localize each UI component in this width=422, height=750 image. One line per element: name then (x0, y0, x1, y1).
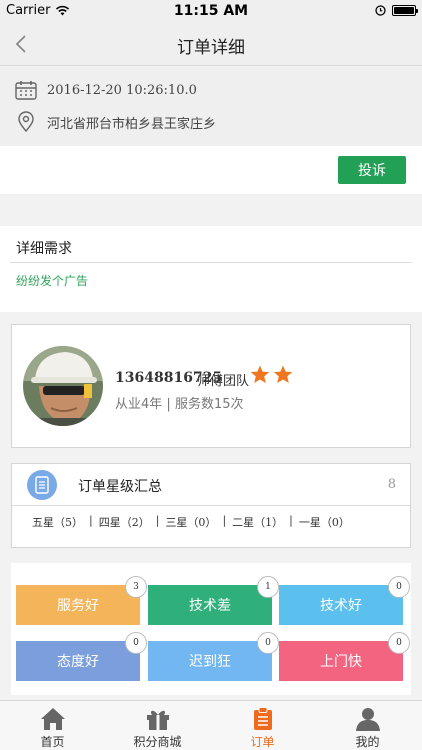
tag-label: 技术差 (189, 598, 231, 614)
tab-home[interactable]: 首页 (0, 701, 105, 750)
tag-label: 服务好 (57, 598, 99, 614)
tag-service-good[interactable]: 服务好 3 (16, 576, 147, 625)
master-team: 师傅团队 (197, 374, 250, 389)
status-time: 11:15 AM (173, 3, 249, 19)
order-datetime: 2016-12-20 10:26:10.0 (47, 82, 197, 98)
tag-label: 技术好 (320, 598, 362, 614)
rating-summary-card: 订单星级汇总 8 五星（5） | 四星（2） | 三星（0） | 二星（1） |… (11, 463, 411, 548)
tab-orders[interactable]: 订单 (210, 701, 315, 750)
tag-often-late[interactable]: 迟到狂 0 (148, 632, 279, 681)
tab-label: 我的 (355, 735, 380, 749)
tag-count-badge: 1 (257, 576, 279, 598)
tab-points-mall[interactable]: 积分商城 (105, 701, 210, 750)
order-info: 2016-12-20 10:26:10.0 河北省邢台市柏乡县王家庄乡 (0, 67, 422, 146)
tab-label: 订单 (250, 735, 275, 749)
tag-label: 上门快 (320, 654, 362, 670)
battery-icon (392, 4, 418, 16)
navigation-bar: 订单详细 (0, 22, 422, 66)
star-icon (273, 365, 293, 383)
status-right (375, 4, 418, 16)
detail-requirement-card: 详细需求 纷纷发个广告 (0, 226, 422, 312)
document-icon (27, 470, 57, 500)
tag-fast-arrival[interactable]: 上门快 0 (279, 632, 410, 681)
complaint-bar: 投诉 (0, 146, 422, 194)
tag-label: 态度好 (57, 654, 99, 670)
rating-five-star: 五星（5） (32, 516, 83, 529)
separator: | (289, 514, 293, 527)
clipboard-icon (254, 707, 272, 730)
tab-mine[interactable]: 我的 (315, 701, 420, 750)
divider (10, 262, 412, 263)
rating-one-star: 一星（0） (298, 516, 350, 529)
tab-label: 首页 (40, 735, 65, 749)
rating-total-count: 8 (387, 477, 396, 492)
rating-breakdown: 五星（5） | 四星（2） | 三星（0） | 二星（1） | 一星（0） (32, 514, 350, 530)
separator: | (166, 397, 171, 412)
order-address-row: 河北省邢台市柏乡县王家庄乡 (15, 111, 216, 133)
tab-label: 积分商城 (133, 735, 182, 749)
calendar-icon (15, 81, 37, 100)
tab-bar: 首页 积分商城 订单 我的 (0, 700, 422, 750)
tag-attitude-good[interactable]: 态度好 0 (16, 632, 147, 681)
star-icon (250, 365, 270, 383)
evaluation-tags-card: 服务好 3 技术差 1 技术好 0 态度好 0 迟到狂 0 上门快 0 (11, 563, 411, 695)
tag-count-badge: 0 (257, 632, 279, 654)
separator: | (155, 514, 160, 527)
service-count: 服务数15次 (174, 397, 244, 412)
separator: | (89, 514, 93, 527)
detail-text: 纷纷发个广告 (16, 274, 89, 288)
rating-title: 订单星级汇总 (78, 479, 162, 495)
rating-four-star: 四星（2） (98, 516, 150, 529)
home-icon (41, 708, 65, 730)
tag-count-badge: 0 (388, 632, 410, 654)
master-card[interactable]: 13648816725 师傅团队 从业4年 | 服务数15次 (11, 324, 411, 448)
tag-count-badge: 3 (125, 576, 147, 598)
order-address: 河北省邢台市柏乡县王家庄乡 (47, 116, 217, 132)
complaint-button[interactable]: 投诉 (338, 156, 406, 184)
star-rating (250, 365, 293, 384)
separator: | (222, 514, 227, 527)
master-stats: 从业4年 | 服务数15次 (115, 393, 244, 412)
tag-label: 迟到狂 (189, 654, 231, 670)
rating-two-star: 二星（1） (232, 516, 284, 529)
page-title: 订单详细 (177, 38, 245, 58)
rating-three-star: 三星（0） (165, 516, 217, 529)
experience-years: 从业4年 (115, 397, 163, 412)
location-pin-icon (18, 111, 34, 133)
divider (12, 505, 410, 506)
person-icon (356, 708, 380, 731)
order-datetime-row: 2016-12-20 10:26:10.0 (15, 80, 197, 100)
gift-icon (147, 710, 169, 730)
detail-title: 详细需求 (16, 241, 72, 257)
tag-count-badge: 0 (125, 632, 147, 654)
tag-skill-good[interactable]: 技术好 0 (279, 576, 410, 625)
tag-count-badge: 0 (388, 576, 410, 598)
avatar (23, 346, 103, 426)
status-bar: Carrier 11:15 AM (0, 0, 422, 22)
alarm-icon (375, 5, 386, 16)
tag-skill-poor[interactable]: 技术差 1 (148, 576, 279, 625)
